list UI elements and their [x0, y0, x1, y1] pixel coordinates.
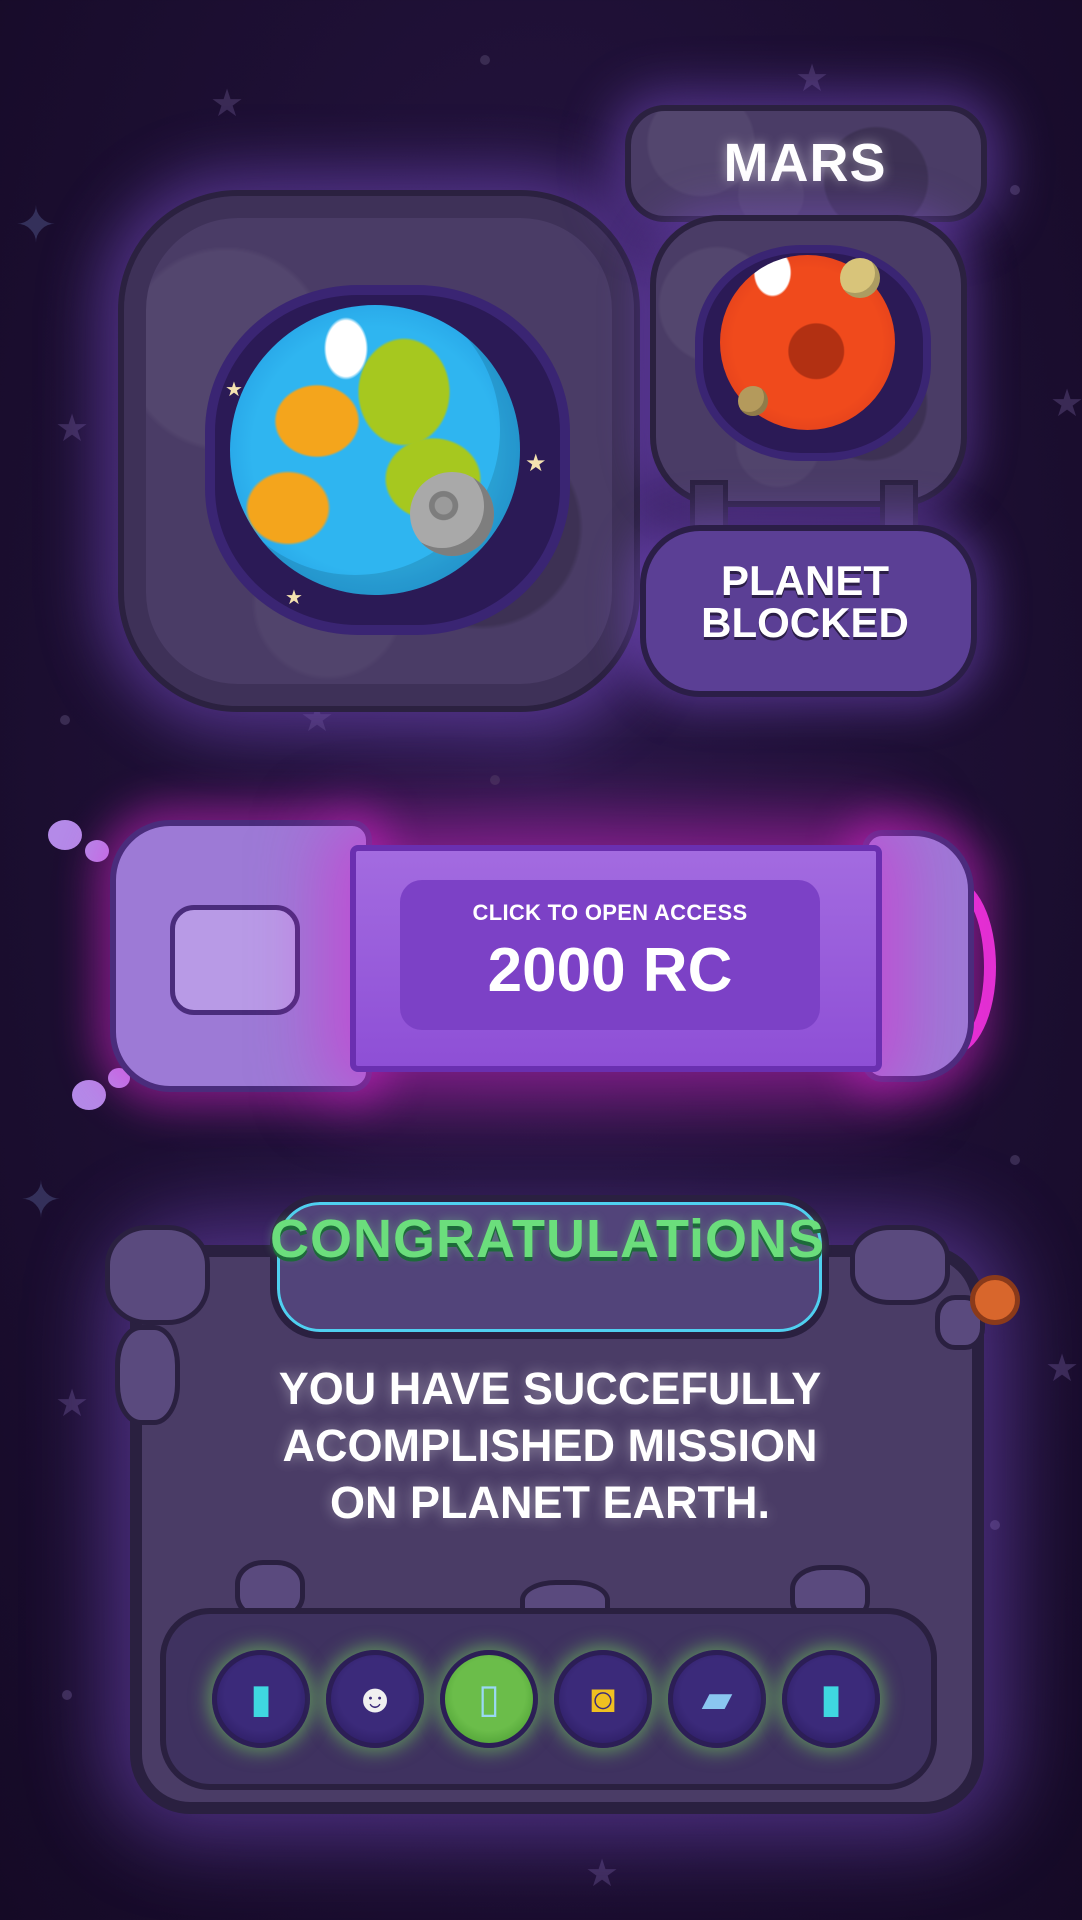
sparkle-icon: ★	[285, 587, 303, 609]
moon-icon	[410, 472, 494, 556]
spaceship-control-panel	[170, 905, 300, 1015]
smoke-puff	[48, 820, 82, 850]
reward-oxygen-tank[interactable]: ▮	[212, 1650, 310, 1748]
earth-planet-icon[interactable]	[230, 305, 520, 595]
flashlight-icon: ▮	[819, 1677, 842, 1721]
astronaut-helmet-icon: ☻	[353, 1677, 397, 1721]
background-star-icon: ★	[795, 58, 830, 100]
mission-message: YOU HAVE SUCCEFULLY ACOMPLISHED MISSION …	[200, 1360, 900, 1531]
congratulations-title: CONGRATULATiONS	[270, 1209, 825, 1269]
mission-message-line: ACOMPLISHED MISSION	[282, 1420, 818, 1471]
background-star-icon: ★	[1045, 1348, 1080, 1390]
background-dot	[480, 55, 490, 65]
oxygen-tank-icon: ▮	[249, 1677, 272, 1721]
reward-flashlight[interactable]: ▮	[782, 1650, 880, 1748]
panel-rock	[105, 1225, 210, 1325]
background-star-icon: ★	[210, 83, 245, 125]
sparkle-icon: ★	[525, 450, 547, 477]
water-bottles-icon: ▯	[477, 1677, 500, 1721]
mission-message-line: ON PLANET EARTH.	[329, 1477, 770, 1528]
mars-moon-icon	[840, 258, 880, 298]
reward-astronaut-helmet[interactable]: ☻	[326, 1650, 424, 1748]
open-access-label[interactable]: CLICK TO OPEN ACCESS	[400, 900, 820, 926]
background-sparkle-icon: ✦	[15, 197, 57, 253]
planet-blocked-label: PLANET BLOCKED	[701, 557, 909, 646]
solar-panel-icon: ▰	[701, 1677, 733, 1721]
panel-rock	[115, 1325, 180, 1425]
background-dot	[1010, 185, 1020, 195]
background-star-icon: ★	[55, 408, 90, 450]
background-star-icon: ★	[585, 1853, 620, 1895]
background-star-icon: ★	[1050, 383, 1082, 425]
background-dot	[60, 715, 70, 725]
background-dot	[990, 1520, 1000, 1530]
smoke-puff	[72, 1080, 106, 1110]
asteroid-icon	[970, 1275, 1020, 1325]
panel-rock	[850, 1225, 950, 1305]
space-food-can-icon: ◙	[590, 1677, 616, 1721]
background-dot	[62, 1690, 72, 1700]
reward-solar-panel[interactable]: ▰	[668, 1650, 766, 1748]
reward-space-food-can[interactable]: ◙	[554, 1650, 652, 1748]
smoke-puff	[85, 840, 109, 862]
background-star-icon: ★	[55, 1383, 90, 1425]
reward-water-bottles[interactable]: ▯	[440, 1650, 538, 1748]
mission-message-line: YOU HAVE SUCCEFULLY	[278, 1363, 822, 1414]
sparkle-icon: ★	[225, 379, 243, 401]
mars-moon-icon	[738, 386, 768, 416]
background-sparkle-icon: ✦	[20, 1172, 62, 1228]
access-price[interactable]: 2000 RC	[400, 935, 820, 1006]
background-dot	[490, 775, 500, 785]
planet-title: MARS	[723, 132, 887, 193]
background-dot	[1010, 1155, 1020, 1165]
